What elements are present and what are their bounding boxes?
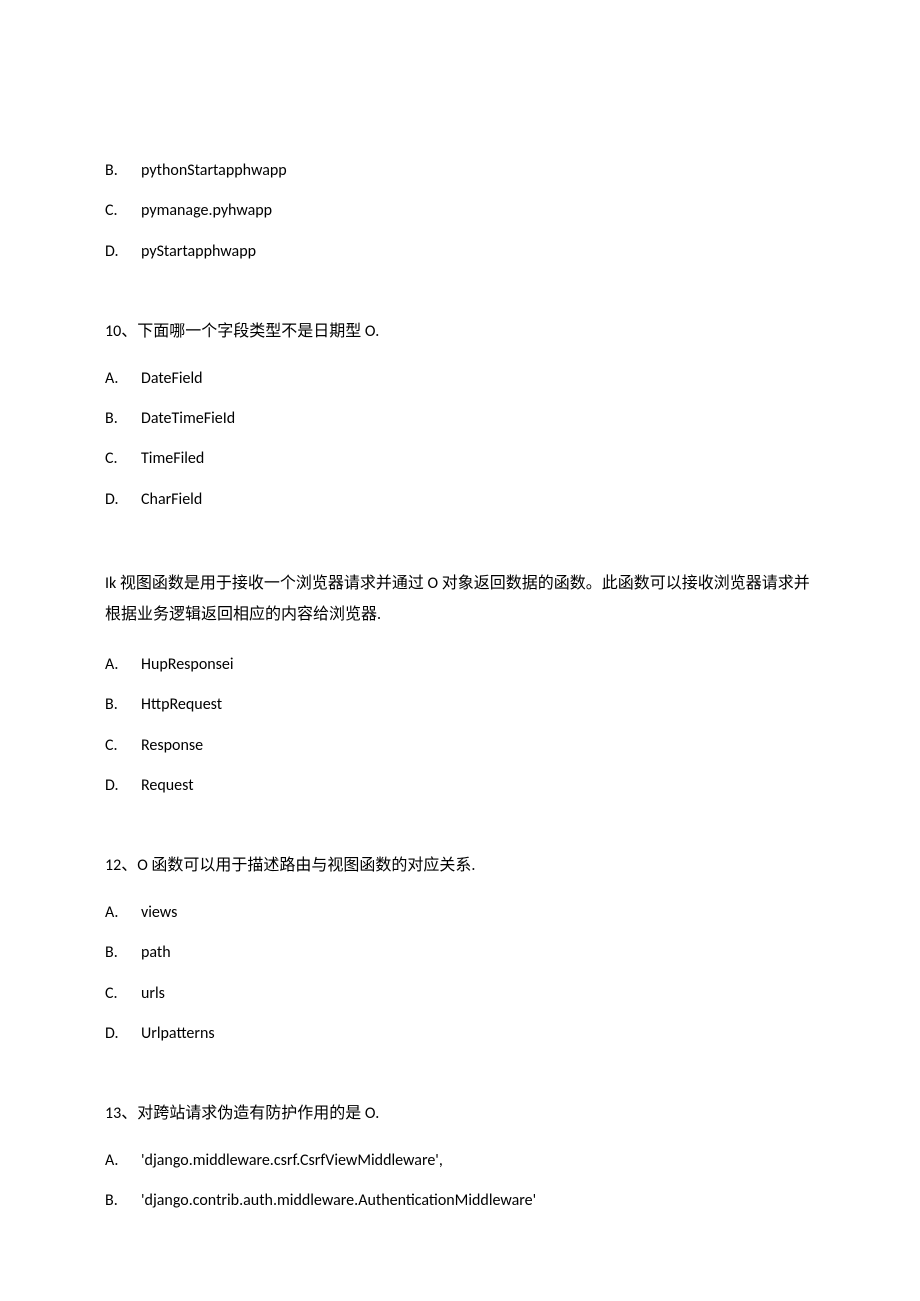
option-label: D. — [105, 1023, 141, 1045]
option-d: D. pyStartapphwapp — [105, 241, 815, 263]
option-label: B. — [105, 160, 141, 182]
option-b: B. path — [105, 942, 815, 964]
option-label: B. — [105, 942, 141, 964]
question-10: 10、下面哪一个字段类型不是日期型 O. A. DateField B. Dat… — [105, 321, 815, 511]
option-label: C. — [105, 983, 141, 1005]
option-text: views — [141, 902, 177, 924]
option-label: C. — [105, 200, 141, 222]
option-c: C. Response — [105, 735, 815, 757]
question-prompt: 12、O 函数可以用于描述路由与视图函数的对应关系. — [105, 855, 815, 877]
prev-question-options: B. pythonStartapphwapp C. pymanage.pyhwa… — [105, 160, 815, 263]
option-d: D. Request — [105, 775, 815, 797]
option-c: C. TimeFiled — [105, 448, 815, 470]
option-a: A. HupResponsei — [105, 654, 815, 676]
document-body: B. pythonStartapphwapp C. pymanage.pyhwa… — [105, 160, 815, 1213]
option-text: pymanage.pyhwapp — [141, 200, 272, 222]
option-d: D. CharField — [105, 489, 815, 511]
option-label: A. — [105, 902, 141, 924]
option-a: A. 'django.middleware.csrf.CsrfViewMiddl… — [105, 1150, 815, 1172]
option-d: D. Urlpatterns — [105, 1023, 815, 1045]
option-text: pythonStartapphwapp — [141, 160, 287, 182]
question-12-options: A. views B. path C. urls D. Urlpatterns — [105, 902, 815, 1046]
option-label: D. — [105, 241, 141, 263]
option-label: A. — [105, 654, 141, 676]
option-a: A. DateField — [105, 368, 815, 390]
option-label: B. — [105, 694, 141, 716]
question-prompt: Ik 视图函数是用于接收一个浏览器请求并通过 O 对象返回数据的函数。此函数可以… — [105, 569, 815, 630]
option-b: B. 'django.contrib.auth.middleware.Authe… — [105, 1190, 815, 1212]
option-text: HupResponsei — [141, 654, 234, 676]
option-text: 'django.contrib.auth.middleware.Authenti… — [141, 1190, 536, 1212]
question-11: Ik 视图函数是用于接收一个浏览器请求并通过 O 对象返回数据的函数。此函数可以… — [105, 569, 815, 797]
question-prompt: 10、下面哪一个字段类型不是日期型 O. — [105, 321, 815, 343]
option-text: DateTimeFieId — [141, 408, 235, 430]
question-13: 13、对跨站请求伪造有防护作用的是 O. A. 'django.middlewa… — [105, 1103, 815, 1212]
option-text: Request — [141, 775, 194, 797]
option-b: B. pythonStartapphwapp — [105, 160, 815, 182]
option-label: D. — [105, 775, 141, 797]
option-label: C. — [105, 448, 141, 470]
option-text: pyStartapphwapp — [141, 241, 256, 263]
option-text: urls — [141, 983, 165, 1005]
option-text: Urlpatterns — [141, 1023, 215, 1045]
option-label: D. — [105, 489, 141, 511]
question-12: 12、O 函数可以用于描述路由与视图函数的对应关系. A. views B. p… — [105, 855, 815, 1045]
question-10-options: A. DateField B. DateTimeFieId C. TimeFil… — [105, 368, 815, 512]
option-label: A. — [105, 1150, 141, 1172]
option-a: A. views — [105, 902, 815, 924]
option-text: 'django.middleware.csrf.CsrfViewMiddlewa… — [141, 1150, 443, 1172]
option-text: HttpRequest — [141, 694, 222, 716]
question-prompt: 13、对跨站请求伪造有防护作用的是 O. — [105, 1103, 815, 1125]
question-13-options: A. 'django.middleware.csrf.CsrfViewMiddl… — [105, 1150, 815, 1213]
option-c: C. urls — [105, 983, 815, 1005]
option-label: C. — [105, 735, 141, 757]
option-b: B. HttpRequest — [105, 694, 815, 716]
option-text: path — [141, 942, 171, 964]
option-text: Response — [141, 735, 203, 757]
option-label: B. — [105, 1190, 141, 1212]
option-text: CharField — [141, 489, 202, 511]
option-c: C. pymanage.pyhwapp — [105, 200, 815, 222]
question-11-options: A. HupResponsei B. HttpRequest C. Respon… — [105, 654, 815, 798]
option-b: B. DateTimeFieId — [105, 408, 815, 430]
option-label: B. — [105, 408, 141, 430]
option-label: A. — [105, 368, 141, 390]
option-text: DateField — [141, 368, 203, 390]
option-text: TimeFiled — [141, 448, 204, 470]
